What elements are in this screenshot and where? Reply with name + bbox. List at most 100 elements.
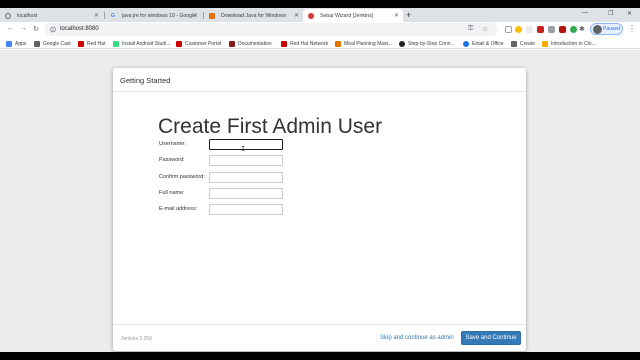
- profile-status: Paused: [603, 26, 620, 32]
- new-tab-button[interactable]: +: [406, 10, 411, 20]
- close-tab-icon[interactable]: ✕: [193, 12, 198, 19]
- documentation-icon: [229, 40, 235, 47]
- bookmark-label: Introduction to Clo...: [551, 40, 596, 47]
- apps-grid-icon: [6, 40, 12, 47]
- bookmark-label: Step-by-Step Conn...: [408, 40, 455, 47]
- skip-continue-as-admin-link[interactable]: Skip and continue as admin: [380, 335, 454, 341]
- bookmark-label: Email & Office: [472, 40, 504, 47]
- dialog-title: Getting Started: [120, 76, 171, 85]
- bookmark-label: Customer Portal: [185, 40, 222, 47]
- bookmark-meal-planning[interactable]: Meal Planning Mast...: [335, 39, 392, 48]
- tab-title: Download Java for Windows: [221, 12, 287, 19]
- back-icon[interactable]: ←: [7, 25, 14, 32]
- extension-icon[interactable]: [515, 26, 522, 33]
- bookmark-android-studio[interactable]: Install Android Studi...: [113, 39, 170, 48]
- menu-kebab-icon[interactable]: ⋮: [628, 24, 636, 33]
- globe-icon: [5, 12, 11, 19]
- password-input[interactable]: [209, 155, 283, 166]
- bookmark-label: Documentation: [238, 40, 272, 47]
- dialog-header: Getting Started: [113, 68, 526, 92]
- text-cursor-icon: I: [241, 146, 246, 154]
- full-name-input[interactable]: [209, 188, 283, 199]
- address-bar[interactable]: localhost:8080 ⚿ ☆: [44, 23, 498, 36]
- close-tab-icon[interactable]: ✕: [294, 12, 299, 19]
- bookmark-documentation[interactable]: Documentation: [229, 39, 272, 48]
- pdf-extension-icon[interactable]: [559, 26, 566, 33]
- github-icon: [399, 40, 405, 47]
- tab-title: Setup Wizard [Jenkins]: [320, 12, 374, 19]
- bookmark-customer-portal[interactable]: Customer Portal: [176, 39, 221, 48]
- bookmark-step-by-step[interactable]: Step-by-Step Conn...: [399, 39, 455, 48]
- full-name-label: Full name:: [159, 190, 185, 196]
- minimize-icon[interactable]: —: [582, 10, 588, 16]
- bookmark-label: Google Cast: [43, 40, 71, 47]
- dialog-footer: Jenkins 2.250 Skip and continue as admin…: [113, 324, 526, 351]
- confirm-password-label: Confirm password:: [159, 174, 205, 180]
- save-and-continue-button[interactable]: Save and Continue: [461, 331, 521, 345]
- bookmark-label: Red Hat: [87, 40, 106, 47]
- bookmark-label: Meal Planning Mast...: [344, 40, 393, 47]
- office-icon: [463, 40, 469, 47]
- tab-strip: localhost ✕ G java jre for windows 10 - …: [0, 8, 640, 22]
- meal-icon: [335, 40, 341, 47]
- jenkins-icon: [308, 12, 314, 19]
- tab-localhost[interactable]: localhost ✕: [0, 9, 103, 22]
- bookmark-create[interactable]: Create: [511, 39, 535, 48]
- close-tab-icon[interactable]: ✕: [394, 12, 399, 19]
- extension-icon[interactable]: [537, 26, 544, 33]
- create-icon: [511, 40, 517, 47]
- google-icon: G: [111, 12, 115, 19]
- info-icon[interactable]: [50, 26, 56, 33]
- username-label: Username:: [159, 141, 186, 147]
- puzzle-extensions-icon[interactable]: ✱: [579, 25, 585, 33]
- tab-google-search[interactable]: G java jre for windows 10 - Google ✕: [105, 9, 202, 22]
- bookmark-star-icon[interactable]: ☆: [482, 25, 488, 33]
- maximize-icon[interactable]: ❐: [608, 10, 613, 17]
- tab-setup-wizard-jenkins[interactable]: Setup Wizard [Jenkins] ✕: [303, 9, 403, 22]
- redhat-icon: [78, 40, 84, 47]
- bookmark-red-hat[interactable]: Red Hat: [78, 39, 105, 48]
- page-content: Getting Started Create First Admin User …: [0, 50, 640, 352]
- extension-icon[interactable]: [526, 26, 533, 33]
- close-tab-icon[interactable]: ✕: [94, 12, 99, 19]
- forward-icon[interactable]: →: [20, 25, 27, 32]
- bookmark-google-cast[interactable]: Google Cast: [34, 39, 71, 48]
- extension-icon[interactable]: [548, 26, 555, 33]
- password-label: Password:: [159, 157, 185, 163]
- email-input[interactable]: [209, 204, 283, 215]
- java-icon: [209, 12, 215, 19]
- version-label: Jenkins 2.250: [121, 336, 152, 342]
- bookmark-apps[interactable]: Apps: [6, 39, 26, 48]
- redhat-icon: [176, 40, 182, 47]
- bookmark-intro-cloud[interactable]: Introduction to Clo...: [542, 39, 596, 48]
- reload-icon[interactable]: ↻: [33, 25, 39, 33]
- browser-window: localhost ✕ G java jre for windows 10 - …: [0, 8, 640, 352]
- bookmark-label: Create: [520, 40, 536, 47]
- close-window-icon[interactable]: ✕: [627, 10, 632, 17]
- cloud-icon: [542, 40, 548, 47]
- android-icon: [113, 40, 119, 47]
- tab-download-java[interactable]: Download Java for Windows ✕: [204, 9, 303, 22]
- email-label: E-mail address:: [159, 206, 198, 212]
- bookmarks-bar: Apps Google Cast Red Hat Install Android…: [0, 37, 640, 49]
- key-icon[interactable]: ⚿: [468, 25, 473, 33]
- bookmark-label: Red Hat Network: [290, 40, 329, 47]
- bookmark-red-hat-network[interactable]: Red Hat Network: [281, 39, 328, 48]
- browser-toolbar: ← → ↻ localhost:8080 ⚿ ☆ ✱ Paused ⋮: [0, 22, 640, 37]
- username-input[interactable]: [209, 139, 283, 150]
- folder-icon: [34, 40, 40, 47]
- setup-wizard-dialog: Getting Started Create First Admin User …: [113, 68, 526, 351]
- tab-title: java jre for windows 10 - Google: [122, 12, 197, 19]
- confirm-password-input[interactable]: [209, 172, 283, 183]
- url-text: localhost:8080: [60, 26, 99, 32]
- extension-icon[interactable]: [505, 26, 512, 33]
- redhat-icon: [281, 40, 287, 47]
- profile-button[interactable]: Paused: [590, 23, 623, 35]
- tab-title: localhost: [17, 12, 38, 19]
- page-title: Create First Admin User: [158, 115, 383, 138]
- extension-icon[interactable]: [570, 26, 577, 33]
- avatar: [593, 25, 602, 34]
- bookmark-label: Install Android Studi...: [122, 40, 171, 47]
- bookmark-email-office[interactable]: Email & Office: [463, 39, 504, 48]
- bookmark-label: Apps: [15, 40, 27, 47]
